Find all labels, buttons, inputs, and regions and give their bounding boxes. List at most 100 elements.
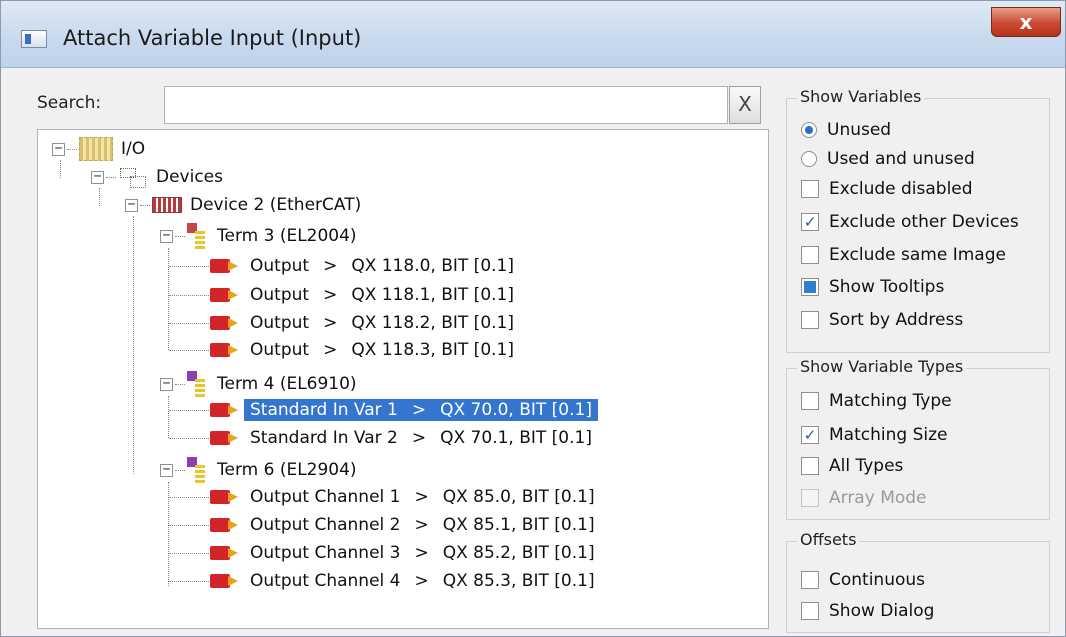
terminal-icon <box>187 223 207 249</box>
collapse-icon[interactable]: − <box>160 463 173 477</box>
variable-name: Output Channel 1 <box>250 487 401 507</box>
option-show-dialog[interactable]: Show Dialog <box>801 598 934 624</box>
tree-connector <box>169 323 209 324</box>
option-exclude-same-image[interactable]: Exclude same Image <box>801 242 1006 268</box>
variable-separator: > <box>414 487 429 507</box>
variable-row[interactable]: Output > QX 118.2, BIT [0.1] <box>210 309 514 337</box>
tree-node-term-4[interactable]: − Term 4 (EL6910) <box>160 370 357 398</box>
checkbox[interactable] <box>801 213 819 231</box>
output-variable-icon <box>210 545 238 561</box>
radio-button[interactable] <box>801 151 817 167</box>
radio-button[interactable] <box>801 122 817 138</box>
tree-node-devices[interactable]: − Devices <box>91 163 223 191</box>
option-label: Exclude same Image <box>829 245 1006 265</box>
variable-row[interactable]: Output > QX 118.1, BIT [0.1] <box>210 281 514 309</box>
option-unused[interactable]: Unused <box>801 117 891 143</box>
option-all-types[interactable]: All Types <box>801 453 903 479</box>
variable-separator: > <box>411 428 427 448</box>
option-label: Continuous <box>829 570 926 590</box>
variable-row[interactable]: Output Channel 3 > QX 85.2, BIT [0.1] <box>210 539 595 567</box>
attach-variable-dialog: Attach Variable Input (Input) x Search: … <box>0 0 1066 637</box>
option-exclude-disabled[interactable]: Exclude disabled <box>801 176 973 202</box>
variable-separator: > <box>323 340 338 360</box>
tree-connector <box>175 469 185 471</box>
variable-name: Output Channel 2 <box>250 515 401 535</box>
option-show-tooltips[interactable]: Show Tooltips <box>801 274 944 300</box>
collapse-icon[interactable]: − <box>160 377 173 391</box>
variable-row[interactable]: Output Channel 4 > QX 85.3, BIT [0.1] <box>210 567 595 595</box>
variable-row[interactable]: Standard In Var 2 > QX 70.1, BIT [0.1] <box>210 424 592 452</box>
checkbox[interactable] <box>801 426 819 444</box>
devices-icon <box>118 166 148 188</box>
tree-guide <box>168 396 169 438</box>
tree-node-device-2[interactable]: − Device 2 (EtherCAT) <box>125 191 361 219</box>
tree-connector <box>169 525 209 526</box>
checkbox[interactable] <box>801 278 819 296</box>
tree-node-term-3[interactable]: − Term 3 (EL2004) <box>160 222 357 250</box>
tree-node-label: I/O <box>121 139 146 159</box>
option-sort-by-address[interactable]: Sort by Address <box>801 307 963 333</box>
variable-row[interactable]: Output > QX 118.3, BIT [0.1] <box>210 336 514 364</box>
tree-guide <box>168 248 169 350</box>
variable-row[interactable]: Output Channel 1 > QX 85.0, BIT [0.1] <box>210 483 595 511</box>
variable-separator: > <box>323 256 338 276</box>
option-label: All Types <box>829 456 904 476</box>
variable-address: QX 118.1, BIT [0.1] <box>351 285 514 305</box>
checkbox[interactable] <box>801 311 819 329</box>
clear-search-button[interactable]: X <box>729 86 761 124</box>
tree-connector <box>169 295 209 296</box>
variable-name: Output <box>250 340 310 360</box>
variable-name: Standard In Var 1 > QX 70.0, BIT [0.1] <box>244 399 598 421</box>
variable-separator: > <box>323 313 338 333</box>
option-label: Matching Size <box>829 425 948 445</box>
checkbox[interactable] <box>801 392 819 410</box>
output-variable-icon <box>210 402 238 418</box>
output-variable-icon <box>210 258 238 274</box>
tree-connector <box>175 383 185 385</box>
option-label: Show Dialog <box>829 601 935 621</box>
tree-node-io[interactable]: − I/O <box>52 135 145 163</box>
variable-name: Output Channel 4 <box>250 571 401 591</box>
collapse-icon[interactable]: − <box>52 142 65 156</box>
variable-row-selected[interactable]: Standard In Var 1 > QX 70.0, BIT [0.1] <box>210 396 598 424</box>
option-label: Matching Type <box>829 391 952 411</box>
checkbox[interactable] <box>801 571 819 589</box>
checkbox <box>801 489 819 507</box>
variable-row[interactable]: Output > QX 118.0, BIT [0.1] <box>210 252 514 280</box>
ethercat-device-icon <box>152 197 182 213</box>
checkbox[interactable] <box>801 602 819 620</box>
collapse-icon[interactable]: − <box>91 170 104 184</box>
collapse-icon[interactable]: − <box>125 198 138 212</box>
tree-node-term-6[interactable]: − Term 6 (EL2904) <box>160 456 357 484</box>
variable-address: QX 70.1, BIT [0.1] <box>440 428 592 448</box>
title-bar[interactable]: Attach Variable Input (Input) x <box>1 1 1065 68</box>
search-input[interactable] <box>164 86 728 124</box>
option-label: Sort by Address <box>829 310 964 330</box>
terminal-icon <box>187 457 207 483</box>
close-button[interactable]: x <box>991 7 1061 37</box>
variable-separator: > <box>323 285 338 305</box>
variable-separator: > <box>414 543 429 563</box>
option-label: Used and unused <box>827 149 975 169</box>
tree-connector <box>169 581 209 582</box>
tree-node-label: Term 3 (EL2004) <box>217 226 357 246</box>
search-label: Search: <box>37 93 102 113</box>
option-used-and-unused[interactable]: Used and unused <box>801 146 975 172</box>
variable-address: QX 85.2, BIT [0.1] <box>442 543 595 563</box>
option-matching-type[interactable]: Matching Type <box>801 388 952 414</box>
tree-guide <box>133 216 134 474</box>
checkbox[interactable] <box>801 457 819 475</box>
tree-node-label: Devices <box>156 167 223 187</box>
tree-connector <box>140 204 150 206</box>
collapse-icon[interactable]: − <box>160 229 173 243</box>
checkbox[interactable] <box>801 180 819 198</box>
variable-tree[interactable]: − I/O − Devices − Device 2 (EtherCAT) − … <box>37 129 769 629</box>
option-label: Show Tooltips <box>829 277 945 297</box>
variable-name: Standard In Var 2 <box>250 428 398 448</box>
option-continuous[interactable]: Continuous <box>801 567 925 593</box>
option-exclude-other-devices[interactable]: Exclude other Devices <box>801 209 1019 235</box>
checkbox[interactable] <box>801 246 819 264</box>
variable-row[interactable]: Output Channel 2 > QX 85.1, BIT [0.1] <box>210 511 595 539</box>
option-matching-size[interactable]: Matching Size <box>801 422 947 448</box>
output-variable-icon <box>210 517 238 533</box>
